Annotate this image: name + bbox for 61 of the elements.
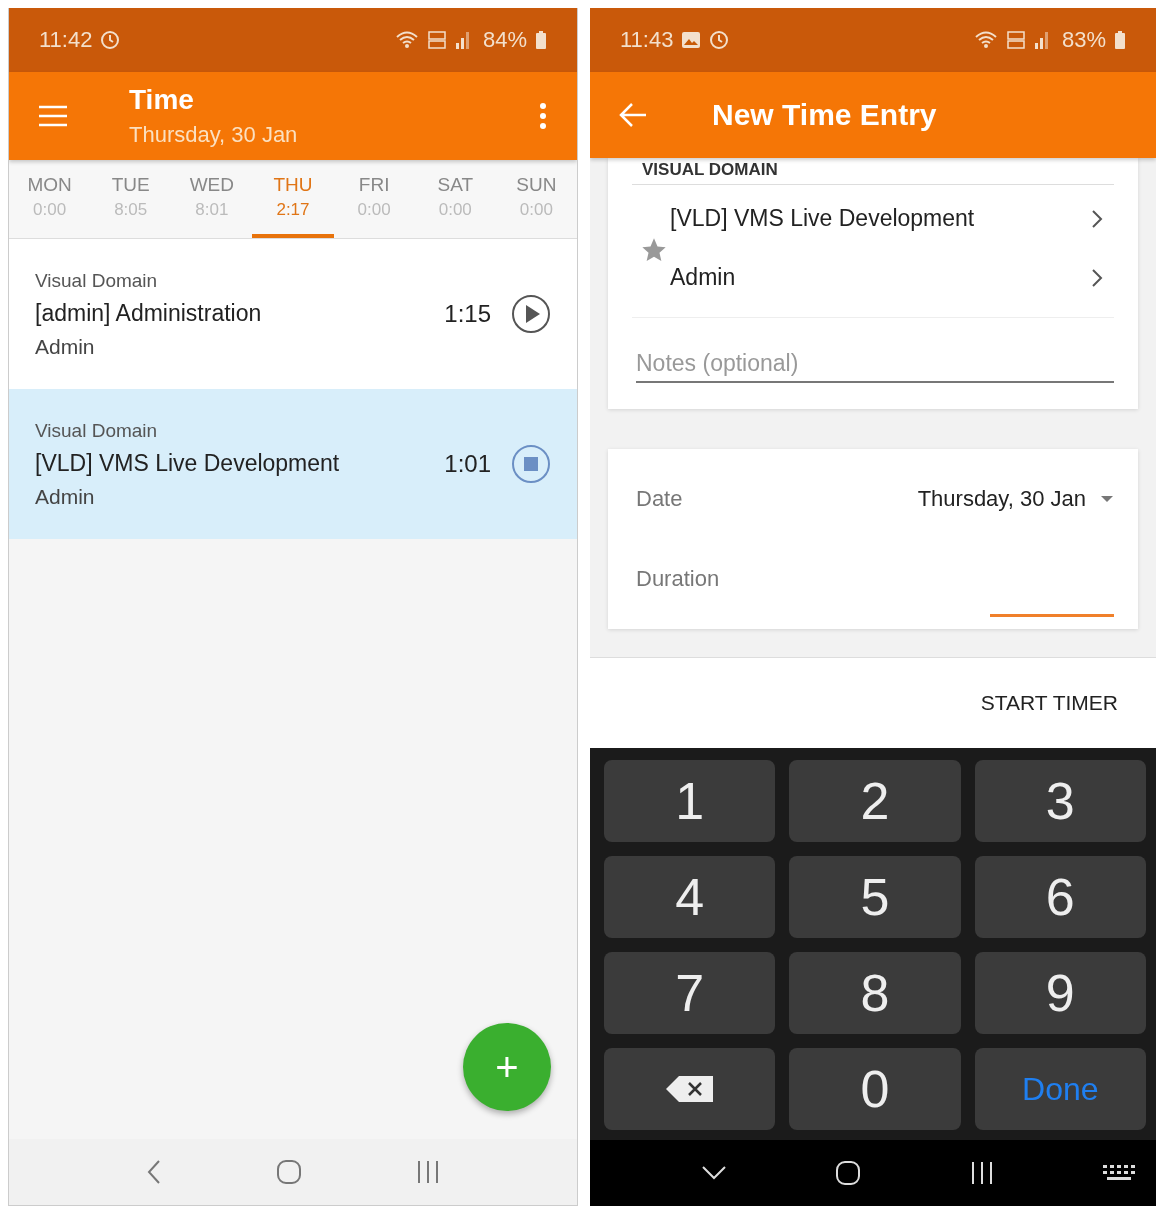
digit-key[interactable]: 7 xyxy=(604,952,776,1034)
backspace-key[interactable] xyxy=(604,1048,776,1130)
stop-button[interactable] xyxy=(511,444,551,484)
task-name: Admin xyxy=(35,334,96,359)
client-name: Visual Domain xyxy=(35,419,159,442)
alarm-icon xyxy=(100,30,121,50)
home-icon[interactable] xyxy=(834,1159,862,1187)
date-dropdown[interactable]: Thursday, 30 Jan xyxy=(917,486,1114,512)
keyboard-icon[interactable] xyxy=(1102,1163,1136,1183)
digit-key[interactable]: 3 xyxy=(974,760,1146,842)
battery-icon xyxy=(1114,31,1126,49)
date-label: Date xyxy=(636,486,683,512)
digit-key[interactable]: 8 xyxy=(789,952,961,1034)
app-subtitle: Thursday, 30 Jan xyxy=(129,122,298,148)
backspace-icon xyxy=(664,1075,715,1103)
section-heading: VISUAL DOMAIN xyxy=(632,158,1114,185)
digit-key[interactable]: 0 xyxy=(789,1048,961,1130)
play-button[interactable] xyxy=(511,294,551,334)
play-icon xyxy=(511,294,551,334)
wifi-icon xyxy=(973,30,998,50)
project-name: [admin] Administration xyxy=(35,299,263,327)
signal-icon xyxy=(454,30,471,50)
digit-key[interactable]: 5 xyxy=(789,856,961,938)
client-name: Visual Domain xyxy=(35,269,159,292)
alarm-icon xyxy=(709,30,730,50)
wifi-icon xyxy=(394,30,419,50)
duration-label: Duration xyxy=(636,566,720,592)
digit-key[interactable]: 6 xyxy=(974,856,1146,938)
more-icon xyxy=(539,102,547,130)
digit-key[interactable]: 9 xyxy=(974,952,1146,1034)
status-time: 11:43 xyxy=(620,27,674,53)
start-timer-button[interactable]: START TIMER xyxy=(972,683,1126,723)
digit-key[interactable]: 4 xyxy=(604,856,776,938)
entry-duration: 1:15 xyxy=(444,300,491,328)
project-name: [VLD] VMS Live Development xyxy=(35,449,341,477)
time-entry[interactable]: Visual Domain [VLD] VMS Live Development Admin 1:01 xyxy=(9,389,577,539)
digit-key[interactable]: 1 xyxy=(604,760,776,842)
task-selector[interactable]: Admin xyxy=(632,264,1114,318)
app-title: New Time Entry xyxy=(712,98,937,132)
task-name: Admin xyxy=(670,264,736,291)
dropdown-icon xyxy=(1100,495,1114,503)
back-arrow-icon xyxy=(618,102,648,128)
digit-key[interactable]: 2 xyxy=(789,760,961,842)
status-time: 11:42 xyxy=(39,27,93,53)
chevron-icon xyxy=(1090,207,1104,230)
chevron-icon xyxy=(1090,266,1104,289)
image-icon xyxy=(681,31,702,49)
battery-percent: 84% xyxy=(482,27,527,53)
signal-icon xyxy=(1033,30,1050,50)
stop-icon xyxy=(511,444,551,484)
entry-duration: 1:01 xyxy=(444,450,491,478)
notes-field[interactable]: Notes (optional) xyxy=(636,346,1114,383)
app-title: Time xyxy=(129,84,195,116)
menu-icon xyxy=(37,104,69,128)
battery-percent: 83% xyxy=(1061,27,1106,53)
star-icon[interactable] xyxy=(640,236,668,264)
battery-icon xyxy=(535,31,547,49)
project-selector[interactable]: [VLD] VMS Live Development xyxy=(632,185,1114,232)
project-name: [VLD] VMS Live Development xyxy=(670,205,975,232)
task-name: Admin xyxy=(35,484,96,509)
time-entry[interactable]: Visual Domain [admin] Administration Admin 1:15 xyxy=(9,239,577,389)
